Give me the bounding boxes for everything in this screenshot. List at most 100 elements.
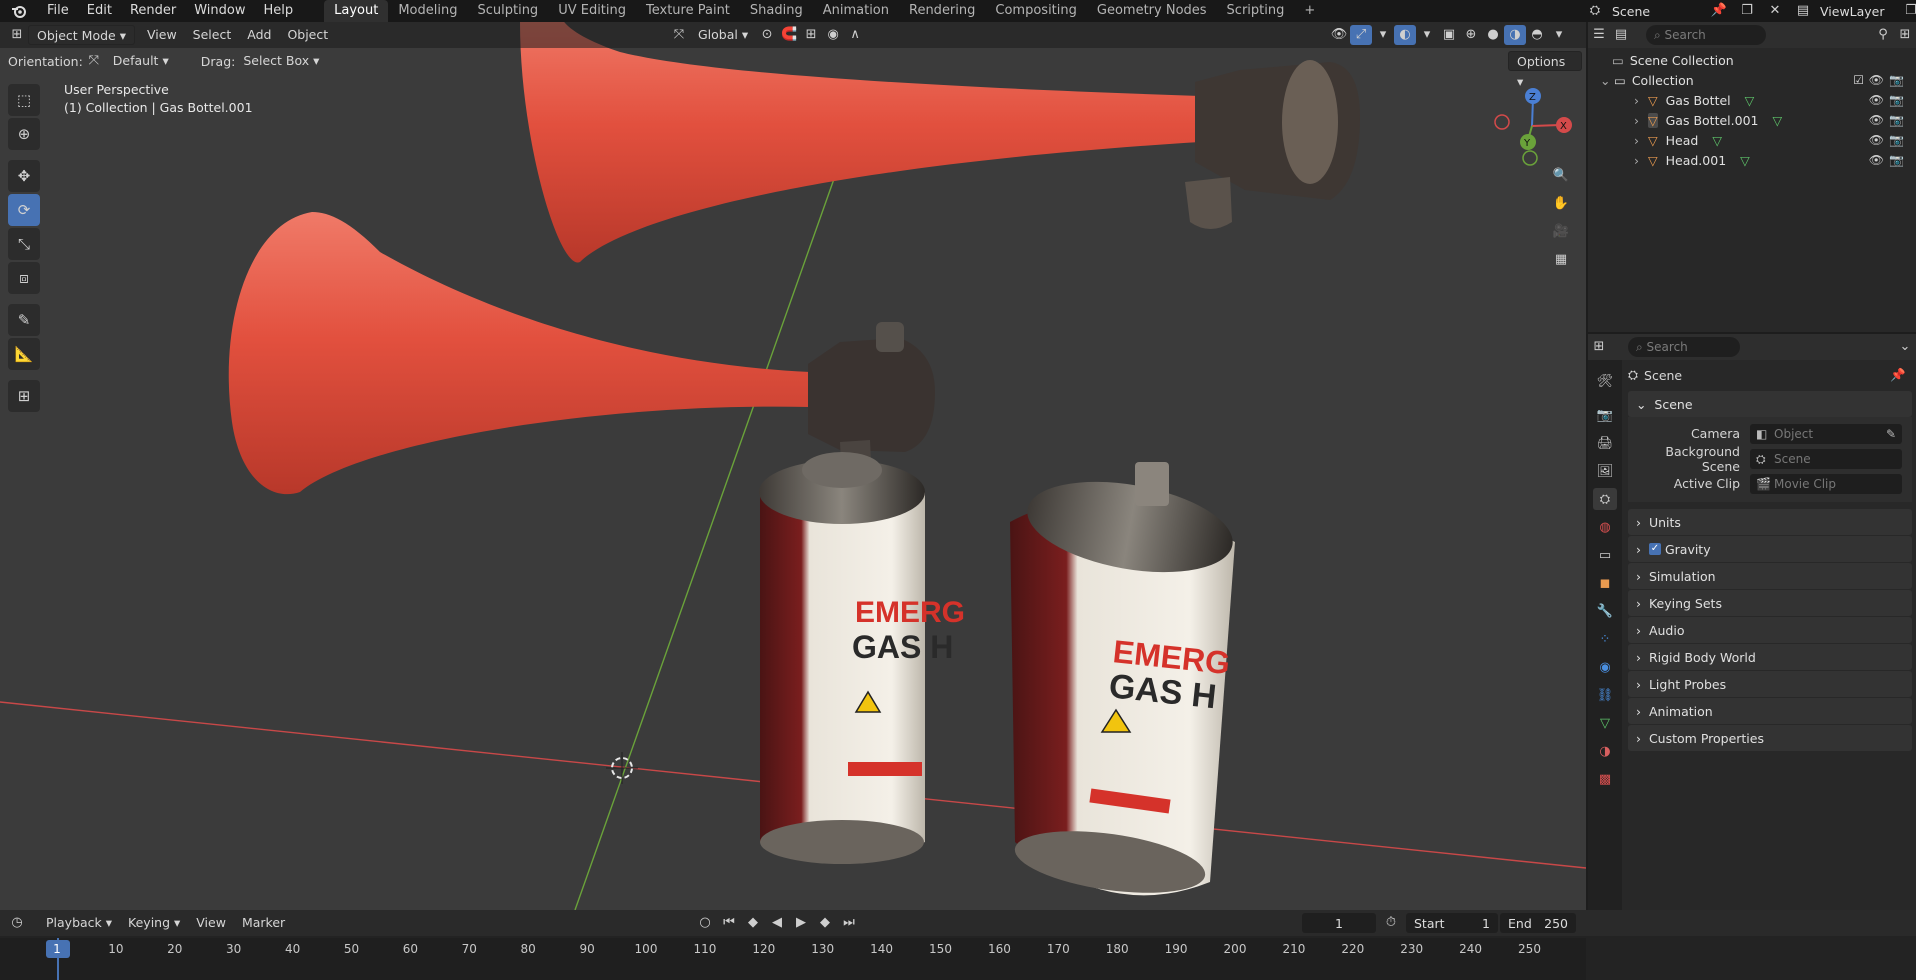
properties-search-input[interactable]: ⌕ Search xyxy=(1628,337,1740,357)
eye-icon[interactable]: 👁 xyxy=(1869,133,1884,147)
options-dropdown[interactable]: Options ▾ xyxy=(1508,51,1582,89)
view-layer-name[interactable]: ViewLayer xyxy=(1820,4,1894,19)
annotate-tool-icon[interactable]: ✎ xyxy=(8,304,40,336)
menu-select[interactable]: Select xyxy=(185,25,240,45)
zoom-icon[interactable]: 🔍 xyxy=(1550,166,1572,186)
gravity-checkbox[interactable]: ✓ xyxy=(1648,543,1661,555)
expand-arrow-icon[interactable]: ⌄ xyxy=(1600,73,1614,88)
visibility-icon[interactable]: 👁 xyxy=(1328,25,1350,45)
stopwatch-icon[interactable]: ⏱ xyxy=(1380,913,1402,933)
eye-icon[interactable]: 👁 xyxy=(1869,73,1884,87)
ortho-grid-icon[interactable]: ▦ xyxy=(1550,250,1572,270)
start-frame-field[interactable]: Start 1 xyxy=(1406,913,1498,933)
jump-keyframe-forward-icon[interactable]: ◆ xyxy=(814,913,836,933)
menu-playback[interactable]: Playback ▾ xyxy=(38,913,120,933)
proportional-edit-icon[interactable]: ◉ xyxy=(822,25,844,45)
view-layer-tab-icon[interactable]: 🖼 xyxy=(1593,460,1617,482)
orientation-dropdown[interactable]: Default ▾ xyxy=(105,51,195,71)
3d-viewport[interactable]: EMERG GAS H EMERG GAS H Z X Y ⊞ Object M… xyxy=(0,22,1586,910)
tab-uv-editing[interactable]: UV Editing xyxy=(548,0,636,22)
display-mode-icon[interactable]: ▤ xyxy=(1610,25,1632,45)
tree-row-scene-collection[interactable]: ▭ Scene Collection xyxy=(1588,50,1916,70)
gizmo-toggle-icon[interactable]: ⤢ xyxy=(1350,25,1372,45)
section-rigid-body-world[interactable]: › Rigid Body World xyxy=(1628,644,1912,670)
section-light-probes[interactable]: › Light Probes xyxy=(1628,671,1912,697)
eye-icon[interactable]: 👁 xyxy=(1869,113,1884,127)
xray-icon[interactable]: ▣ xyxy=(1438,25,1460,45)
rotate-tool-icon[interactable]: ⟳ xyxy=(8,194,40,226)
tab-layout[interactable]: Layout xyxy=(324,0,389,22)
view-layer-icon[interactable]: ▤ xyxy=(1792,1,1814,21)
section-animation[interactable]: › Animation xyxy=(1628,698,1912,724)
section-simulation[interactable]: › Simulation xyxy=(1628,563,1912,589)
menu-file[interactable]: File xyxy=(38,0,78,22)
menu-view[interactable]: View xyxy=(139,25,185,45)
jump-start-icon[interactable]: ⏮ xyxy=(718,913,740,933)
pin-icon[interactable]: 📌 xyxy=(1890,367,1906,383)
camera-icon[interactable]: 📷 xyxy=(1889,133,1904,147)
tab-animation[interactable]: Animation xyxy=(813,0,899,22)
end-frame-field[interactable]: End 250 xyxy=(1500,913,1576,933)
properties-editor-icon[interactable]: ⊞ xyxy=(1588,337,1610,357)
solid-shading-icon[interactable]: ● xyxy=(1482,25,1504,45)
transform-tool-icon[interactable]: ⧈ xyxy=(8,262,40,294)
add-workspace-button[interactable]: + xyxy=(1294,0,1325,22)
tree-row-object[interactable]: › ▽ Head ▽ 👁 📷 xyxy=(1588,130,1916,150)
shading-dropdown-icon[interactable]: ▾ xyxy=(1548,25,1570,45)
active-clip-field[interactable]: 🎬 Movie Clip xyxy=(1750,473,1902,494)
drag-dropdown[interactable]: Select Box ▾ xyxy=(235,51,327,71)
tool-tab-icon[interactable]: 🛠 xyxy=(1593,370,1617,392)
pan-hand-icon[interactable]: ✋ xyxy=(1550,194,1572,214)
snap-icon[interactable]: 🧲 xyxy=(778,25,800,45)
add-cube-tool-icon[interactable]: ⊞ xyxy=(8,380,40,412)
measure-tool-icon[interactable]: 📐 xyxy=(8,338,40,370)
menu-marker[interactable]: Marker xyxy=(234,913,293,933)
camera-icon[interactable]: 📷 xyxy=(1889,113,1904,127)
tab-texture-paint[interactable]: Texture Paint xyxy=(636,0,740,22)
eyedropper-icon[interactable]: ✎ xyxy=(1886,424,1896,444)
particles-tab-icon[interactable]: ⁘ xyxy=(1593,628,1617,650)
select-box-tool-icon[interactable]: ⬚ xyxy=(8,84,40,116)
wireframe-shading-icon[interactable]: ⊕ xyxy=(1460,25,1482,45)
tree-row-collection[interactable]: ⌄ ▭ Collection ☑ 👁 📷 xyxy=(1588,70,1916,90)
pivot-icon[interactable]: ⊙ xyxy=(756,25,778,45)
move-tool-icon[interactable]: ✥ xyxy=(8,160,40,192)
tab-rendering[interactable]: Rendering xyxy=(899,0,985,22)
collection-tab-icon[interactable]: ▭ xyxy=(1593,544,1617,566)
scale-tool-icon[interactable]: ⤡ xyxy=(8,228,40,260)
section-units[interactable]: › Units xyxy=(1628,509,1912,535)
scene-tab-icon[interactable]: ⛭ xyxy=(1593,488,1617,510)
eye-icon[interactable]: 👁 xyxy=(1869,93,1884,107)
transform-orientation-dropdown[interactable]: Global ▾ xyxy=(690,25,756,45)
menu-object[interactable]: Object xyxy=(279,25,336,45)
tab-sculpting[interactable]: Sculpting xyxy=(467,0,548,22)
camera-icon[interactable]: 📷 xyxy=(1889,73,1904,87)
checkbox-icon[interactable]: ☑ xyxy=(1853,73,1864,87)
chevron-down-icon[interactable]: ⌄ xyxy=(1894,337,1916,357)
tree-row-object[interactable]: › ▽ Gas Bottel ▽ 👁 📷 xyxy=(1588,90,1916,110)
copy-layer-icon[interactable]: ❐ xyxy=(1900,1,1916,21)
section-keying-sets[interactable]: › Keying Sets xyxy=(1628,590,1912,616)
physics-tab-icon[interactable]: ◉ xyxy=(1593,656,1617,678)
camera-icon[interactable]: 📷 xyxy=(1889,153,1904,167)
expand-arrow-icon[interactable]: › xyxy=(1634,153,1648,168)
camera-view-icon[interactable]: 🎥 xyxy=(1550,222,1572,242)
overlay-dropdown-icon[interactable]: ▾ xyxy=(1416,25,1438,45)
rendered-shading-icon[interactable]: ◓ xyxy=(1526,25,1548,45)
auto-keying-icon[interactable]: ○ xyxy=(694,913,716,933)
outliner-search-input[interactable]: ⌕ Search xyxy=(1646,25,1766,45)
background-scene-field[interactable]: ⛭ Scene xyxy=(1750,448,1902,469)
tab-geometry-nodes[interactable]: Geometry Nodes xyxy=(1087,0,1217,22)
gizmo-dropdown-icon[interactable]: ▾ xyxy=(1372,25,1394,45)
tree-row-object-selected[interactable]: › ▽ Gas Bottel.001 ▽ 👁 📷 xyxy=(1588,110,1916,130)
texture-tab-icon[interactable]: ▩ xyxy=(1593,768,1617,790)
data-tab-icon[interactable]: ▽ xyxy=(1593,712,1617,734)
jump-keyframe-back-icon[interactable]: ◆ xyxy=(742,913,764,933)
play-reverse-icon[interactable]: ◀ xyxy=(766,913,788,933)
expand-arrow-icon[interactable]: › xyxy=(1634,93,1648,108)
expand-arrow-icon[interactable]: › xyxy=(1634,133,1648,148)
constraints-tab-icon[interactable]: ⛓ xyxy=(1593,684,1617,706)
jump-end-icon[interactable]: ⏭ xyxy=(838,913,860,933)
current-frame-field[interactable]: 1 xyxy=(1302,913,1376,933)
menu-add[interactable]: Add xyxy=(239,25,279,45)
